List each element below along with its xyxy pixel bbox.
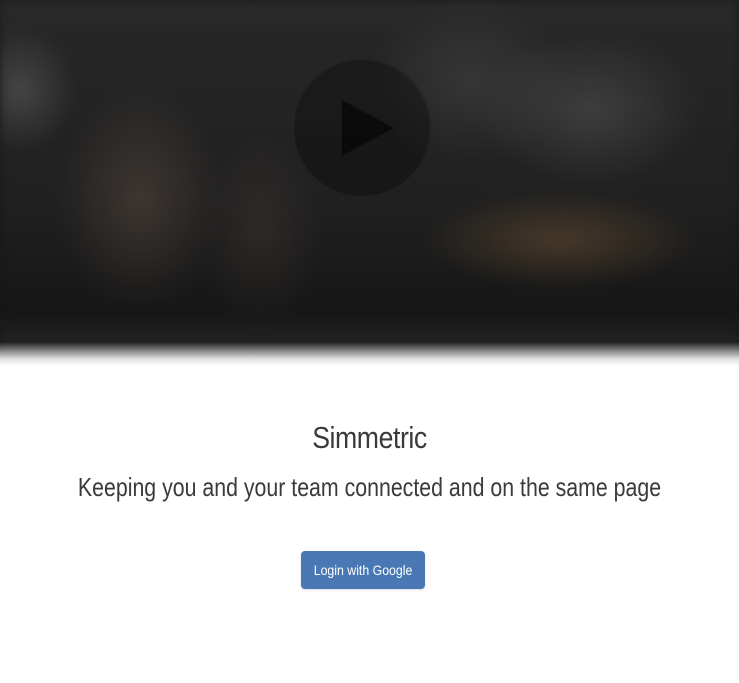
app-title: Simmetric <box>312 420 427 455</box>
hero-video[interactable] <box>0 0 739 366</box>
login-button-label: Login with Google <box>313 562 413 578</box>
hero-bottom-fade <box>0 342 739 366</box>
play-button[interactable] <box>292 58 432 198</box>
app-tagline: Keeping you and your team connected and … <box>77 472 662 502</box>
landing-page: Simmetric Keeping you and your team conn… <box>0 0 739 683</box>
login-with-google-button[interactable]: Login with Google <box>301 551 425 589</box>
play-icon <box>342 100 394 156</box>
